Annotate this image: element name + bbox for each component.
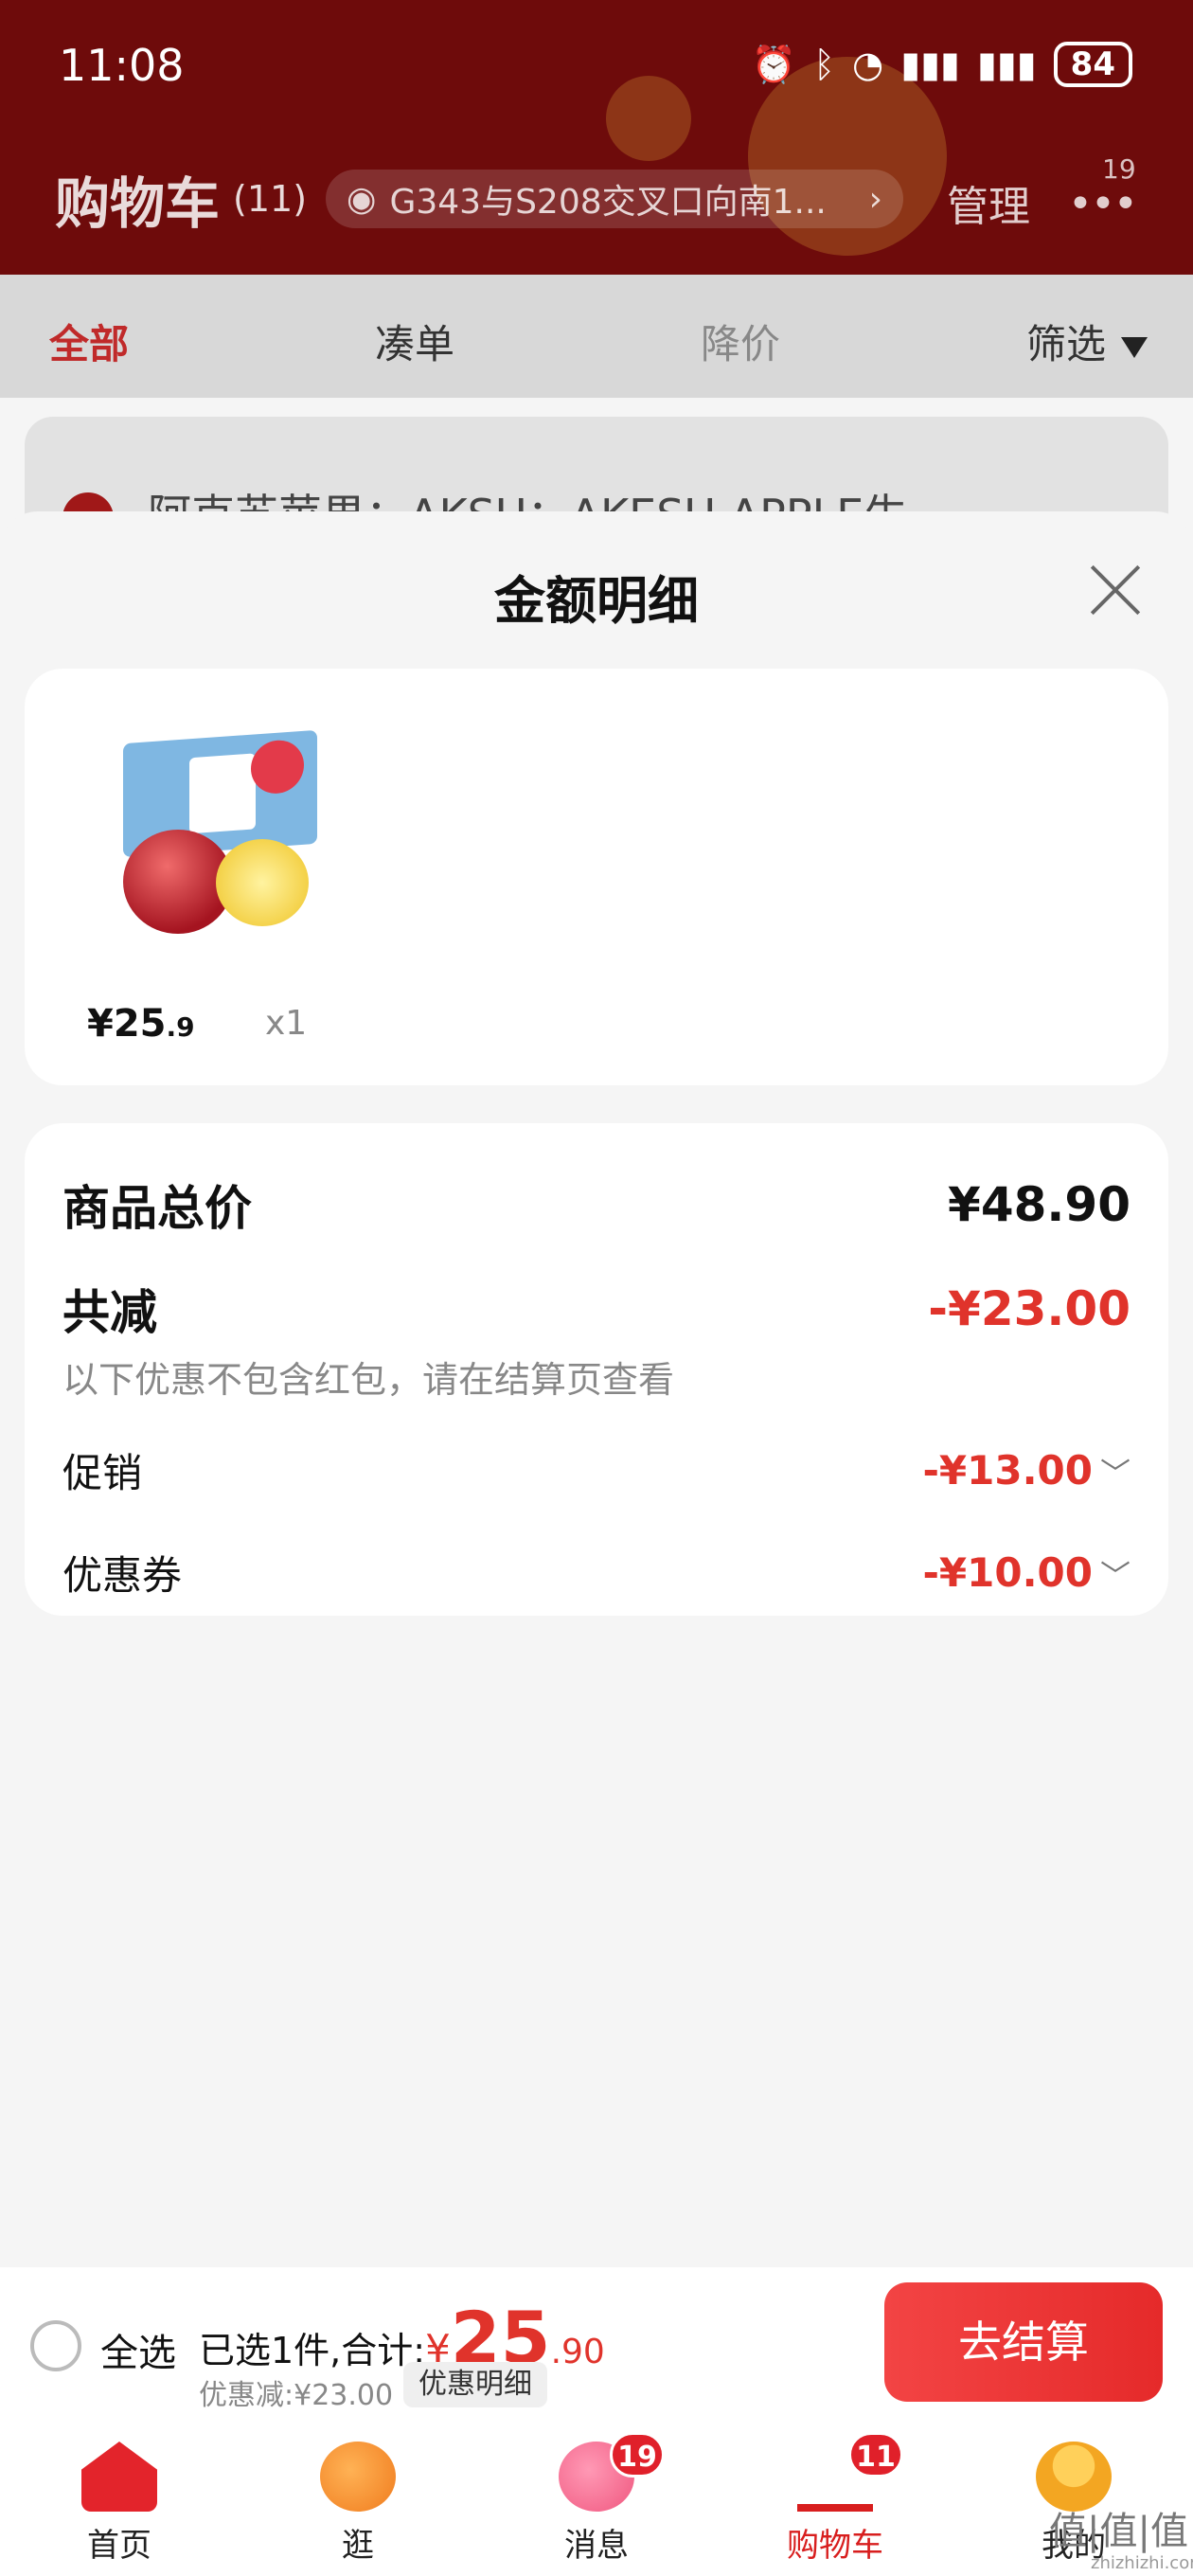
- box-label: [189, 753, 256, 834]
- amount-detail-sheet: 金额明细 ¥25.9 x1 商品总价 ¥48.90 共减 -¥23.00 以下优…: [0, 511, 1193, 2267]
- tab-stroll[interactable]: 逛: [239, 2421, 477, 2576]
- cart-count: (11): [233, 178, 308, 220]
- firework-decoration: [606, 76, 691, 161]
- tab-home[interactable]: 首页: [0, 2421, 239, 2576]
- location-chip[interactable]: ◉ G343与S208交叉口向南1... ›: [326, 170, 904, 228]
- tab-price-drop[interactable]: 降价: [701, 313, 780, 370]
- header-title-row: 购物车 (11) ◉ G343与S208交叉口向南1... ›: [55, 159, 904, 239]
- discount-detail-button[interactable]: 优惠明细: [403, 2362, 547, 2407]
- chevron-right-icon: ›: [868, 179, 883, 219]
- reduction-value: -¥23.00: [928, 1281, 1131, 1336]
- status-time: 11:08: [59, 40, 185, 91]
- tab-cart-label: 购物车: [787, 2527, 883, 2565]
- more-icon[interactable]: •••: [1068, 180, 1138, 228]
- apple-slice-image: [216, 839, 309, 926]
- select-all-checkbox[interactable]: [30, 2320, 81, 2371]
- filter-tabs: 全部 凑单 降价 筛选: [0, 275, 1193, 398]
- messages-badge: 19: [610, 2432, 665, 2478]
- home-icon: [81, 2442, 157, 2512]
- promo-value: -¥13.00: [922, 1447, 1093, 1494]
- checkout-button[interactable]: 去结算: [884, 2282, 1163, 2402]
- page-title: 购物车: [55, 171, 221, 236]
- tab-messages-label: 消息: [564, 2527, 629, 2565]
- product-card: ¥25.9 x1: [25, 669, 1168, 1085]
- product-price-main: ¥25: [87, 1002, 167, 1046]
- header: 11:08 ⏰ ᛒ ◔ ▮▮▮ ▮▮▮ 84 购物车 (11) ◉ G343与S…: [0, 0, 1193, 275]
- reduction-note: 以下优惠不包含红包，请在结算页查看: [62, 1359, 675, 1401]
- cart-badge: 11: [848, 2432, 903, 2478]
- tab-bundle[interactable]: 凑单: [375, 313, 454, 370]
- tab-messages[interactable]: 19 消息: [477, 2421, 716, 2576]
- reduction-row: 共减 -¥23.00: [62, 1275, 1131, 1343]
- sheet-title: 金额明细: [494, 571, 699, 631]
- tab-filter-label: 筛选: [1026, 321, 1107, 367]
- coupon-row[interactable]: 优惠券 -¥10.00 ﹀: [62, 1544, 1131, 1601]
- signal-icon: ▮▮▮: [976, 44, 1037, 85]
- coupon-value-group: -¥10.00 ﹀: [922, 1549, 1131, 1596]
- alarm-icon: ⏰: [751, 43, 797, 85]
- product-image[interactable]: [95, 718, 322, 936]
- total-decimal: .90: [550, 2333, 605, 2371]
- tab-all[interactable]: 全部: [49, 313, 129, 370]
- total-price-value: ¥48.90: [948, 1177, 1131, 1232]
- manage-button[interactable]: 管理: [947, 172, 1030, 233]
- selected-text: 已选1件,合计:: [199, 2330, 426, 2371]
- promo-row[interactable]: 促销 -¥13.00 ﹀: [62, 1441, 1131, 1499]
- signal-icon: ▮▮▮: [900, 44, 960, 85]
- status-icons: ⏰ ᛒ ◔ ▮▮▮ ▮▮▮ 84: [752, 42, 1132, 87]
- bluetooth-icon: ᛒ: [813, 44, 836, 85]
- battery-icon: 84: [1053, 42, 1132, 87]
- product-quantity: x1: [265, 1004, 308, 1043]
- total-price-label: 商品总价: [62, 1181, 252, 1236]
- promo-value-group: -¥13.00 ﹀: [922, 1447, 1131, 1494]
- coupon-label: 优惠券: [62, 1552, 183, 1599]
- filter-icon: [1121, 336, 1148, 358]
- reduction-label: 共减: [62, 1285, 157, 1340]
- close-icon[interactable]: [1089, 563, 1142, 616]
- stroll-icon: [320, 2442, 396, 2512]
- location-text: G343与S208交叉口向南1...: [389, 183, 827, 222]
- watermark-url: zhizhizhi.com: [1091, 2553, 1193, 2573]
- price-summary-card: 商品总价 ¥48.90 共减 -¥23.00 以下优惠不包含红包，请在结算页查看…: [25, 1123, 1168, 1616]
- product-price: ¥25.9: [87, 1002, 195, 1046]
- select-all-label[interactable]: 全选: [100, 2322, 176, 2377]
- discount-text: 优惠减:¥23.00: [199, 2379, 394, 2412]
- chevron-down-icon: ﹀: [1099, 1456, 1131, 1492]
- tab-home-label: 首页: [87, 2527, 151, 2565]
- tab-cart[interactable]: 11 购物车: [716, 2421, 954, 2576]
- eye-icon: ◉: [347, 179, 377, 219]
- promo-label: 促销: [62, 1450, 143, 1496]
- more-badge: 19: [1102, 153, 1136, 185]
- tab-stroll-label: 逛: [342, 2527, 374, 2565]
- wifi-icon: ◔: [852, 44, 884, 85]
- bottom-tab-bar: 首页 逛 19 消息 11 购物车 我的: [0, 2421, 1193, 2576]
- total-price-row: 商品总价 ¥48.90: [62, 1171, 1131, 1239]
- watermark: 值|值|值: [1049, 2510, 1188, 2553]
- coupon-value: -¥10.00: [922, 1549, 1093, 1596]
- product-price-decimal: .9: [166, 1011, 195, 1043]
- checkout-bar: 全选 已选1件,合计:¥25.90 优惠减:¥23.00 优惠明细 去结算: [0, 2267, 1193, 2421]
- chevron-down-icon: ﹀: [1099, 1558, 1131, 1594]
- check-badge-icon: [251, 738, 304, 796]
- tab-filter[interactable]: 筛选: [1026, 313, 1148, 370]
